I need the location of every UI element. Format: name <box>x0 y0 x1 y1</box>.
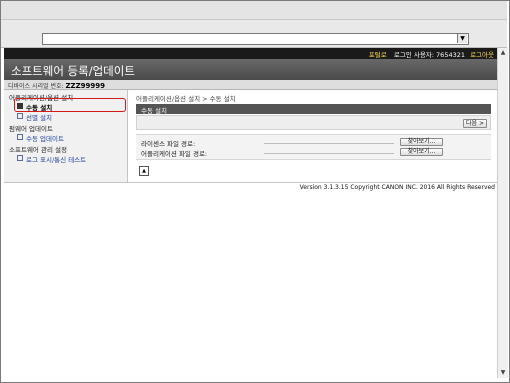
page-header: 소프트웨어 등록/업데이트 <box>4 59 497 80</box>
license-path-field[interactable] <box>264 143 394 144</box>
serial-value: ZZZ99999 <box>65 82 106 90</box>
sidebar-item-label: 수동 업데이트 <box>26 135 64 143</box>
bullet-icon <box>17 113 23 119</box>
scroll-down-icon[interactable]: ▼ <box>499 369 507 377</box>
app-path-field[interactable] <box>264 153 394 154</box>
address-input[interactable] <box>42 33 469 45</box>
sidebar-section-firmware[interactable]: 펌웨어 업데이트 <box>9 123 53 133</box>
action-row: 다음 > <box>136 115 491 130</box>
top-nav-bar: 포털로 로그인 사용자: 7654321 로그아웃 <box>4 48 497 59</box>
bullet-icon <box>17 134 23 140</box>
serial-number: 디바이스 시리얼 번호: ZZZ99999 <box>8 81 105 90</box>
highlight-annotation <box>14 98 126 112</box>
serial-label: 디바이스 시리얼 번호: <box>8 83 64 90</box>
license-path-row: 라이센스 파일 경로: 찾아보기... <box>136 138 491 148</box>
copyright-text: Version 3.1.3.15 Copyright CANON INC. 20… <box>299 184 495 191</box>
panel-title: 수동 설치 <box>141 107 167 115</box>
breadcrumb: 어플리케이션/옵션 설치 > 수동 설치 <box>136 95 236 103</box>
address-bar: ▼ <box>1 20 507 48</box>
license-path-label: 라이센스 파일 경로: <box>141 140 196 148</box>
title-bar <box>1 1 507 20</box>
sidebar-item-label: 선별 설치 <box>26 114 52 122</box>
next-button[interactable]: 다음 > <box>463 119 487 128</box>
top-links: 포털로 로그인 사용자: 7654321 로그아웃 <box>369 49 494 59</box>
footer-divider <box>4 182 497 183</box>
app-path-label: 어플리케이션 파일 경로: <box>141 150 208 158</box>
panel-header: 수동 설치 <box>136 104 491 115</box>
sidebar-item-label: 로그 표시/통신 테스트 <box>26 156 87 164</box>
page-viewport: 포털로 로그인 사용자: 7654321 로그아웃 소프트웨어 등록/업데이트 … <box>4 48 497 378</box>
sidebar-item-selective-install[interactable]: 선별 설치 <box>17 112 52 122</box>
bullet-icon <box>17 155 23 161</box>
portal-link[interactable]: 포털로 <box>369 51 387 59</box>
vertical-scrollbar[interactable]: ▲ ▼ <box>497 48 508 378</box>
app-path-row: 어플리케이션 파일 경로: 찾아보기... <box>136 148 491 158</box>
sidebar-section-software-settings[interactable]: 소프트웨어 관리 설정 <box>9 144 67 154</box>
license-browse-button[interactable]: 찾아보기... <box>400 138 443 146</box>
login-user-text: 로그인 사용자: 7654321 <box>393 51 465 59</box>
logout-link[interactable]: 로그아웃 <box>470 51 494 59</box>
fields-area: 라이센스 파일 경로: 찾아보기... 어플리케이션 파일 경로: 찾아보기..… <box>136 134 491 160</box>
sidebar-item-manual-update[interactable]: 수동 업데이트 <box>17 133 64 143</box>
page-top-icon[interactable]: ▲ <box>139 166 149 176</box>
page-title: 소프트웨어 등록/업데이트 <box>11 64 135 78</box>
sidebar-item-log-test[interactable]: 로그 표시/통신 테스트 <box>17 154 86 164</box>
address-dropdown-icon[interactable]: ▼ <box>457 34 467 43</box>
scroll-up-icon[interactable]: ▲ <box>499 49 507 57</box>
serial-bar: 디바이스 시리얼 번호: ZZZ99999 <box>4 80 497 90</box>
app-browse-button[interactable]: 찾아보기... <box>400 148 443 156</box>
